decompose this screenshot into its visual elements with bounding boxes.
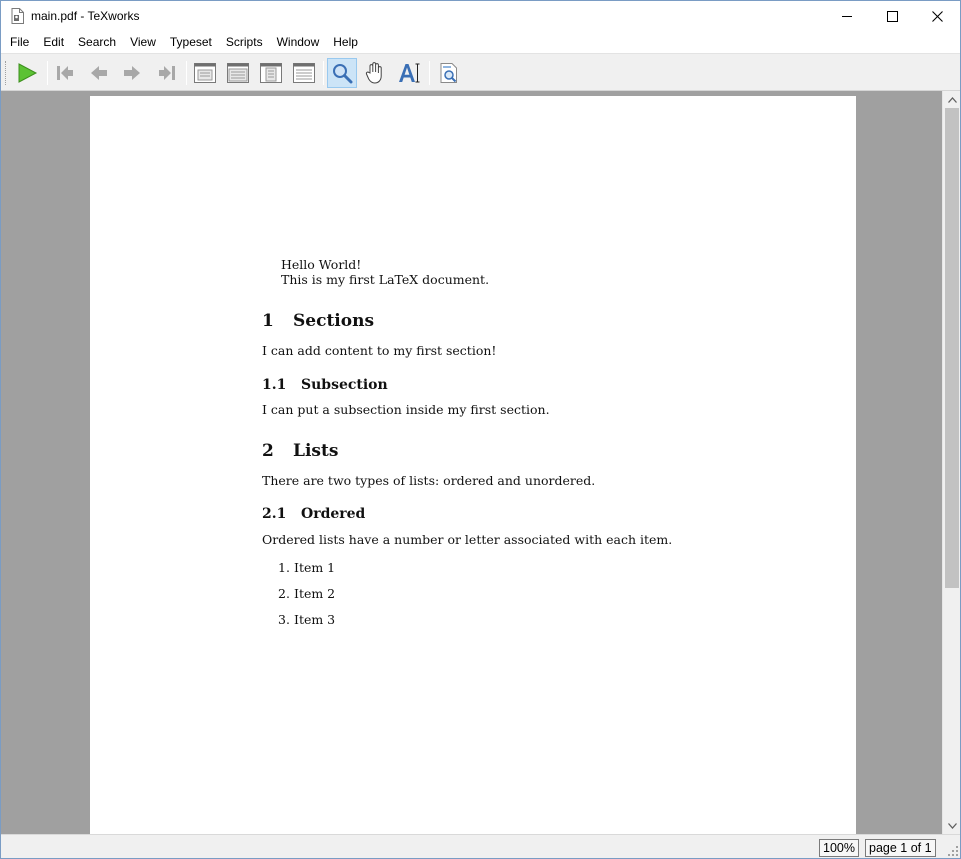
actual-size-icon [194,63,216,83]
toolbar-separator [186,61,187,85]
menu-bar: File Edit Search View Typeset Scripts Wi… [1,31,960,53]
scroll-up-button[interactable] [943,91,961,108]
first-page-icon [57,66,73,80]
fit-window-button[interactable] [289,58,319,88]
doc-intro-line: This is my first LaTeX document. [281,272,490,287]
select-text-tool-button[interactable] [394,58,424,88]
window-title: main.pdf - TeXworks [31,9,140,23]
toolbar-separator [323,61,324,85]
vertical-scrollbar[interactable] [942,91,960,834]
doc-hello-line: Hello World! [281,257,362,272]
previous-page-button[interactable] [84,58,114,88]
minimize-icon [841,15,852,17]
menu-typeset[interactable]: Typeset [163,32,219,52]
pan-tool-button[interactable] [360,58,390,88]
toolbar-grip[interactable] [5,61,8,85]
chevron-up-icon [947,96,957,103]
list-item: 3. Item 3 [278,612,335,627]
last-page-button[interactable] [152,58,182,88]
typeset-button[interactable] [12,58,42,88]
list-item-text: Item 2 [294,586,336,601]
close-icon [931,10,943,22]
subsection-number: 1.1 [262,377,287,393]
list-item: 2. Item 2 [278,586,335,601]
select-text-icon [399,63,420,83]
pdf-file-icon [11,8,24,24]
subsection-title: Ordered [301,506,366,522]
first-page-button[interactable] [50,58,80,88]
menu-edit[interactable]: Edit [36,32,71,52]
menu-view[interactable]: View [123,32,163,52]
last-page-icon [159,66,175,80]
previous-page-icon [91,66,107,80]
subsection-1-1-text: I can put a subsection inside my first s… [262,402,550,417]
subsection-2-1-text: Ordered lists have a number or letter as… [262,532,673,547]
section-2-text: There are two types of lists: ordered an… [262,473,596,488]
section-title: Lists [293,441,339,461]
pdf-page[interactable]: Hello World! This is my first LaTeX docu… [90,96,856,834]
subsection-1-1-heading: 1.1 Subsection [262,377,388,393]
fit-page-button[interactable] [256,58,286,88]
resize-grip-icon[interactable] [947,845,959,857]
next-page-icon [124,66,140,80]
typeset-play-icon [18,63,38,83]
menu-scripts[interactable]: Scripts [219,32,270,52]
toolbar-separator [429,61,430,85]
maximize-icon [886,10,898,22]
section-1-text: I can add content to my first section! [262,343,497,358]
subsection-title: Subsection [301,377,388,393]
goto-source-icon [440,63,457,83]
menu-window[interactable]: Window [270,32,327,52]
list-item: 1. Item 1 [278,560,335,575]
section-1-heading: 1 Sections [262,311,374,331]
subsection-number: 2.1 [262,506,287,522]
minimize-button[interactable] [824,1,870,31]
list-item-number: 2. [278,586,290,601]
goto-source-button[interactable] [434,58,464,88]
menu-file[interactable]: File [3,32,36,52]
section-title: Sections [293,311,375,331]
close-button[interactable] [914,1,960,31]
scroll-down-button[interactable] [943,817,961,834]
texworks-window: main.pdf - TeXworks File Edit Search Vie… [0,0,961,859]
menu-help[interactable]: Help [326,32,365,52]
list-item-text: Item 1 [294,560,336,575]
scrollbar-thumb[interactable] [945,108,959,588]
section-number: 1 [262,311,274,331]
magnify-icon [333,64,353,84]
next-page-button[interactable] [117,58,147,88]
fit-width-icon [227,63,249,83]
list-item-number: 1. [278,560,290,575]
fit-window-icon [293,63,315,83]
list-item-number: 3. [278,612,290,627]
fit-page-icon [260,63,282,83]
list-item-text: Item 3 [294,612,336,627]
section-number: 2 [262,441,274,461]
magnify-tool-button[interactable] [327,58,357,88]
chevron-down-icon [947,822,957,829]
toolbar [1,53,960,91]
toolbar-separator [47,61,48,85]
maximize-button[interactable] [869,1,915,31]
status-bar: 100% page 1 of 1 [1,834,960,858]
fit-width-button[interactable] [223,58,253,88]
actual-size-button[interactable] [190,58,220,88]
zoom-level[interactable]: 100% [819,839,859,857]
subsection-2-1-heading: 2.1 Ordered [262,506,365,522]
section-2-heading: 2 Lists [262,441,338,461]
menu-search[interactable]: Search [71,32,123,52]
page-indicator[interactable]: page 1 of 1 [865,839,936,857]
title-bar: main.pdf - TeXworks [1,1,960,31]
pan-hand-icon [365,62,382,84]
pdf-viewport[interactable]: Hello World! This is my first LaTeX docu… [1,91,942,834]
